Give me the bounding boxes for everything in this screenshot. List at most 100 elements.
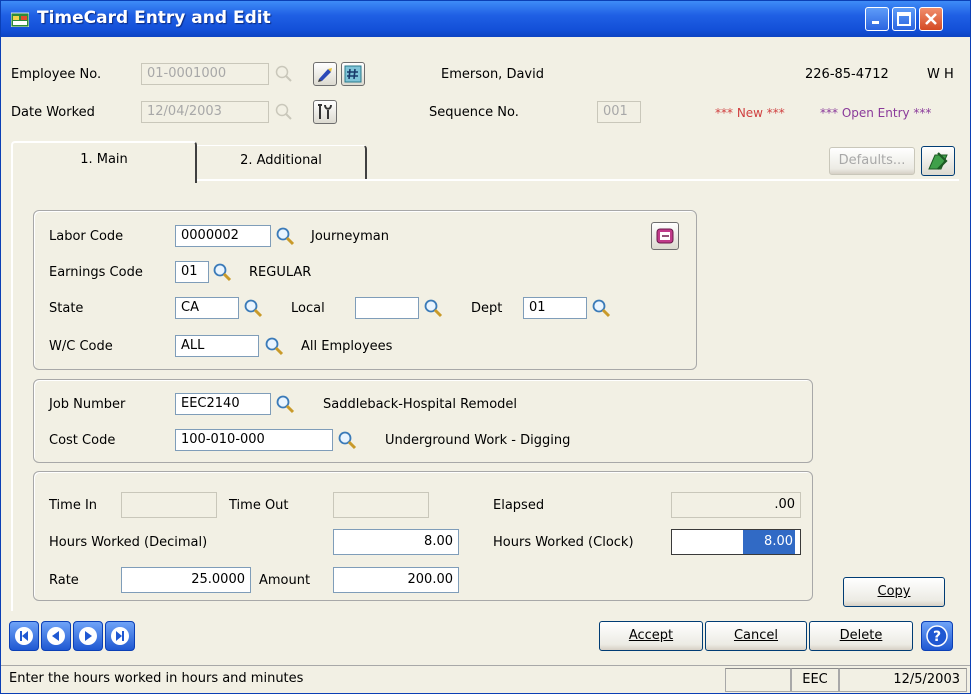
- hours-clock-field[interactable]: 8.00: [671, 529, 801, 555]
- hours-decimal-field[interactable]: 8.00: [333, 529, 459, 555]
- labor-action-button[interactable]: [651, 222, 679, 250]
- wc-code-field[interactable]: ALL: [175, 335, 259, 357]
- first-record-icon: [15, 627, 33, 645]
- employee-no-label: Employee No.: [11, 67, 102, 82]
- next-record-button[interactable]: [73, 621, 103, 651]
- cost-code-label: Cost Code: [49, 433, 116, 448]
- minimize-icon: [872, 21, 879, 24]
- last-record-button[interactable]: [105, 621, 135, 651]
- hours-clock-label: Hours Worked (Clock): [493, 535, 634, 550]
- cost-code-description: Underground Work - Digging: [385, 433, 571, 448]
- open-entry-flag: *** Open Entry ***: [820, 106, 932, 120]
- sequence-no-field[interactable]: 001: [597, 101, 641, 123]
- time-in-label: Time In: [49, 498, 98, 513]
- hours-clock-value: 8.00: [743, 530, 795, 554]
- employee-no-field[interactable]: 01-0001000: [141, 63, 269, 85]
- accept-button[interactable]: Accept: [599, 621, 703, 651]
- amount-label: Amount: [259, 573, 311, 588]
- state-field[interactable]: CA: [175, 297, 239, 319]
- tools-button[interactable]: [313, 100, 337, 124]
- cost-code-field[interactable]: 100-010-000: [175, 429, 333, 451]
- time-out-label: Time Out: [229, 498, 289, 513]
- title-bar[interactable]: TimeCard Entry and Edit: [1, 1, 970, 37]
- help-icon: ?: [926, 625, 948, 647]
- book-arrow-icon: [928, 152, 948, 170]
- window-title: TimeCard Entry and Edit: [37, 8, 271, 28]
- status-message: Enter the hours worked in hours and minu…: [9, 671, 304, 686]
- job-number-description: Saddleback-Hospital Remodel: [323, 397, 518, 412]
- date-worked-field[interactable]: 12/04/2003: [141, 101, 269, 123]
- dept-lookup-icon[interactable]: [590, 297, 612, 319]
- copy-button-label: Copy: [877, 584, 911, 599]
- employee-lookup-icon[interactable]: [273, 63, 295, 85]
- calendar-lookup-icon[interactable]: [273, 101, 295, 123]
- tab-main[interactable]: 1. Main: [11, 141, 197, 183]
- first-record-button[interactable]: [9, 621, 39, 651]
- employee-status-flags: W H: [927, 67, 954, 82]
- defaults-button[interactable]: Defaults...: [829, 147, 915, 175]
- new-entry-flag: *** New ***: [715, 106, 785, 120]
- state-lookup-icon[interactable]: [242, 297, 264, 319]
- copy-button[interactable]: Copy: [843, 577, 945, 607]
- close-button[interactable]: [919, 7, 943, 31]
- labor-code-label: Labor Code: [49, 229, 124, 244]
- delete-button[interactable]: Delete: [809, 621, 913, 651]
- earnings-code-label: Earnings Code: [49, 265, 143, 280]
- wc-code-label: W/C Code: [49, 339, 113, 354]
- last-record-icon: [111, 627, 129, 645]
- job-number-field[interactable]: EEC2140: [175, 393, 271, 415]
- help-button[interactable]: ?: [921, 621, 953, 651]
- status-date: 12/5/2003: [839, 668, 967, 692]
- status-bar: Enter the hours worked in hours and minu…: [1, 665, 970, 693]
- dept-label: Dept: [471, 301, 503, 316]
- svg-text:?: ?: [933, 629, 941, 645]
- previous-record-button[interactable]: [41, 621, 71, 651]
- memo-pen-icon: [318, 68, 332, 82]
- local-label: Local: [291, 301, 325, 316]
- rate-label: Rate: [49, 573, 79, 588]
- wc-code-description: All Employees: [301, 339, 393, 354]
- labor-code-description: Journeyman: [311, 229, 389, 244]
- sequence-no-label: Sequence No.: [429, 105, 519, 120]
- wc-code-lookup-icon[interactable]: [263, 335, 285, 357]
- dept-field[interactable]: 01: [523, 297, 587, 319]
- minimize-button[interactable]: [865, 7, 889, 31]
- labor-code-field[interactable]: 0000002: [175, 225, 271, 247]
- elapsed-label: Elapsed: [493, 498, 545, 513]
- employee-name: Emerson, David: [441, 67, 544, 82]
- export-button[interactable]: [921, 146, 955, 176]
- job-number-lookup-icon[interactable]: [274, 393, 296, 415]
- maximize-icon: [897, 12, 911, 26]
- job-group: [33, 379, 813, 463]
- timecard-window: TimeCard Entry and Edit Employee No. 01-…: [0, 0, 971, 694]
- time-in-field[interactable]: [121, 492, 217, 518]
- memo-button[interactable]: [313, 62, 337, 86]
- app-icon: [11, 12, 29, 27]
- time-out-field[interactable]: [333, 492, 429, 518]
- cancel-button-label: Cancel: [733, 628, 779, 643]
- earnings-code-lookup-icon[interactable]: [211, 261, 233, 283]
- local-lookup-icon[interactable]: [422, 297, 444, 319]
- earnings-code-field[interactable]: 01: [175, 261, 209, 283]
- employee-ssn: 226-85-4712: [805, 67, 889, 82]
- delete-button-label: Delete: [839, 628, 883, 643]
- accept-button-label: Accept: [628, 628, 674, 643]
- local-field[interactable]: [355, 297, 419, 319]
- cancel-button[interactable]: Cancel: [705, 621, 807, 651]
- previous-record-icon: [47, 627, 65, 645]
- tools-icon: [318, 104, 332, 119]
- tab-additional[interactable]: 2. Additional: [197, 145, 367, 179]
- labor-code-lookup-icon[interactable]: [274, 225, 296, 247]
- maximize-button[interactable]: [892, 7, 916, 31]
- state-label: State: [49, 301, 84, 316]
- close-icon: [925, 13, 937, 25]
- cost-code-lookup-icon[interactable]: [336, 429, 358, 451]
- hash-icon: [344, 65, 362, 83]
- job-number-label: Job Number: [49, 397, 126, 412]
- elapsed-field: .00: [671, 492, 801, 518]
- folder-arrow-icon: [656, 228, 674, 244]
- number-button[interactable]: [341, 62, 365, 86]
- rate-field[interactable]: 25.0000: [121, 567, 251, 593]
- amount-field[interactable]: 200.00: [333, 567, 459, 593]
- date-worked-label: Date Worked: [11, 105, 95, 120]
